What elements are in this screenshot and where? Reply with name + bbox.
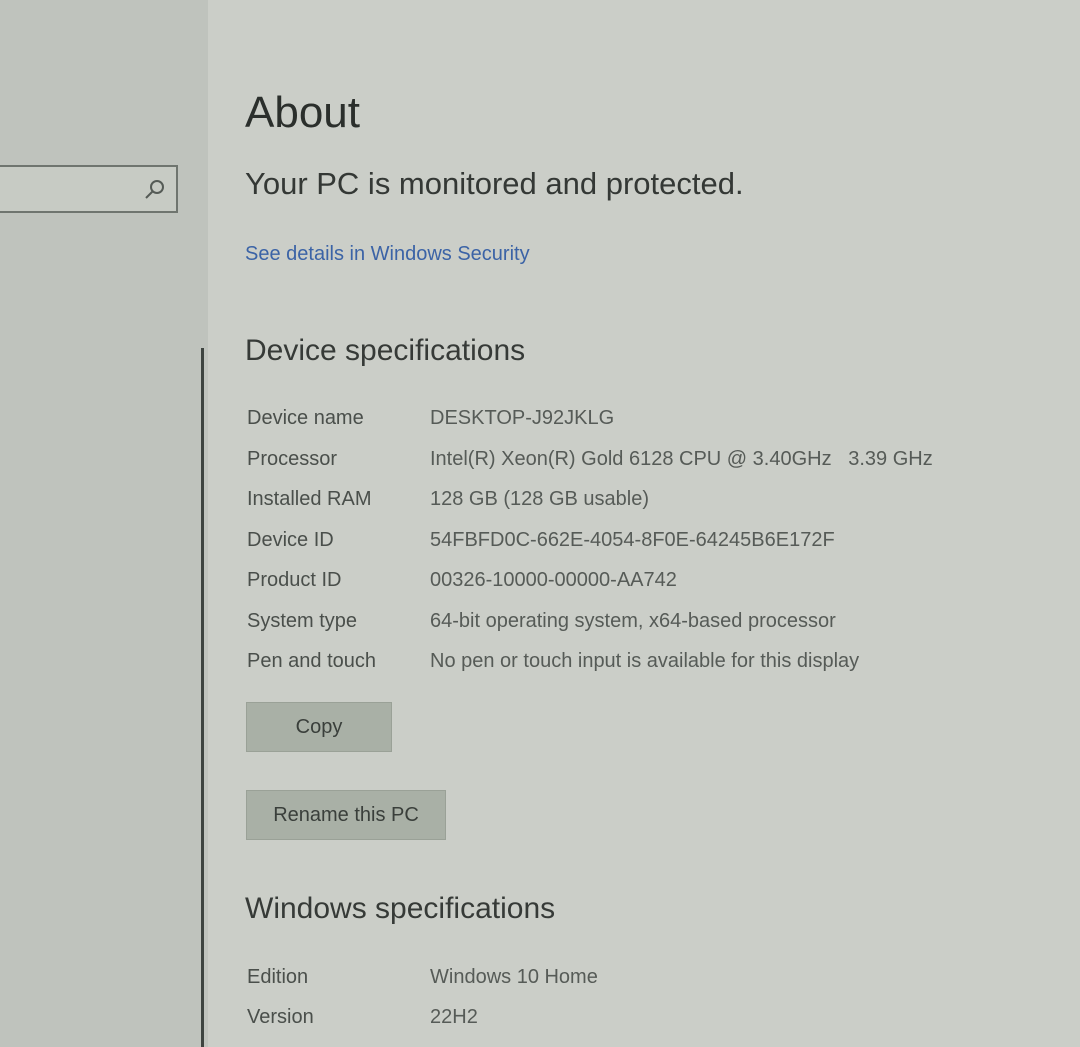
spec-value: Intel(R) Xeon(R) Gold 6128 CPU @ 3.40GHz… (430, 448, 933, 470)
spec-row-version: Version 22H2 (245, 1006, 1065, 1040)
spec-label: Version (247, 1006, 314, 1028)
windows-security-link[interactable]: See details in Windows Security (245, 243, 530, 266)
spec-label: Processor (247, 448, 338, 470)
spec-label: Installed RAM (247, 488, 372, 510)
page-title: About (245, 88, 360, 137)
spec-value: No pen or touch input is available for t… (430, 650, 860, 672)
spec-row-device-name: Device name DESKTOP-J92JKLG (245, 407, 1065, 441)
spec-row-pen-touch: Pen and touch No pen or touch input is a… (245, 650, 1065, 684)
rename-pc-button[interactable]: Rename this PC (246, 790, 446, 840)
copy-button[interactable]: Copy (246, 702, 392, 752)
spec-label: Device name (247, 407, 364, 429)
spec-label: Pen and touch (247, 650, 376, 672)
spec-value: 00326-10000-00000-AA742 (430, 569, 677, 591)
about-page: About Your PC is monitored and protected… (208, 0, 1080, 1047)
spec-value: 128 GB (128 GB usable) (430, 488, 650, 510)
spec-value: Windows 10 Home (430, 966, 598, 988)
search-icon[interactable] (144, 178, 166, 200)
spec-row-installed-ram: Installed RAM 128 GB (128 GB usable) (245, 488, 1065, 522)
spec-row-processor: Processor Intel(R) Xeon(R) Gold 6128 CPU… (245, 448, 1065, 482)
device-specs-heading: Device specifications (245, 334, 526, 367)
sidebar-divider (201, 348, 204, 1047)
spec-row-product-id: Product ID 00326-10000-00000-AA742 (245, 569, 1065, 603)
spec-value: DESKTOP-J92JKLG (430, 407, 615, 429)
spec-value: 64-bit operating system, x64-based proce… (430, 610, 836, 632)
spec-label: System type (247, 610, 358, 632)
spec-row-device-id: Device ID 54FBFD0C-662E-4054-8F0E-64245B… (245, 529, 1065, 563)
spec-label: Product ID (247, 569, 342, 591)
sidebar (0, 0, 209, 1047)
windows-specs-heading: Windows specifications (245, 892, 556, 925)
spec-value: 22H2 (430, 1006, 478, 1028)
spec-row-system-type: System type 64-bit operating system, x64… (245, 610, 1065, 644)
spec-row-edition: Edition Windows 10 Home (245, 966, 1065, 1000)
spec-label: Device ID (247, 529, 334, 551)
spec-value: 54FBFD0C-662E-4054-8F0E-64245B6E172F (430, 529, 835, 551)
spec-label: Edition (247, 966, 309, 988)
search-input[interactable] (0, 165, 178, 213)
protection-status: Your PC is monitored and protected. (245, 166, 744, 201)
